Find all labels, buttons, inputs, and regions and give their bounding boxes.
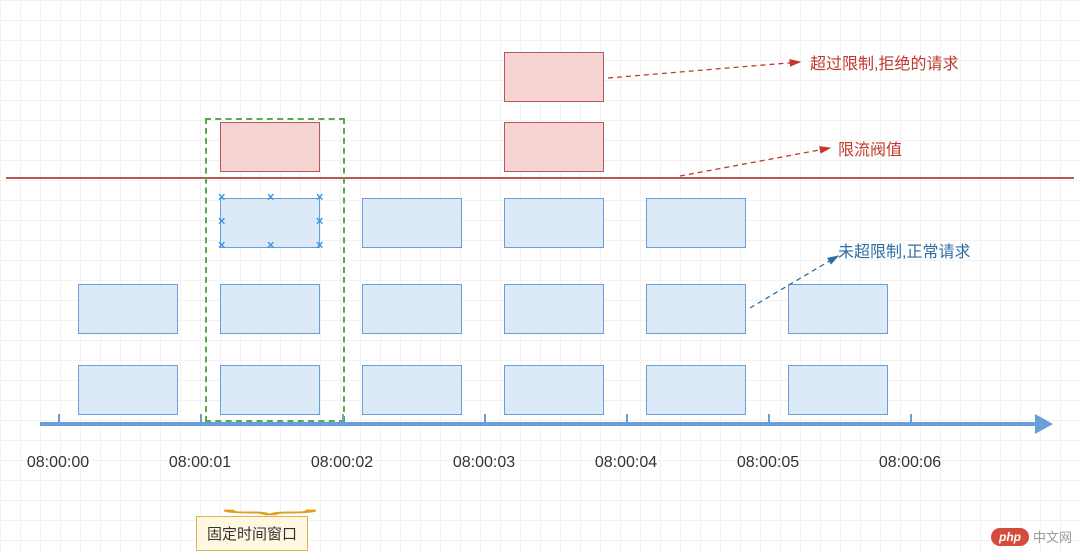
request-box-rejected [504, 52, 604, 102]
axis-tick [484, 414, 486, 426]
axis-tick [910, 414, 912, 426]
watermark: php 中文网 [991, 527, 1072, 546]
axis-label: 08:00:01 [169, 454, 231, 472]
axis-tick [626, 414, 628, 426]
axis-label: 08:00:05 [737, 454, 799, 472]
annotation-threshold: 限流阀值 [838, 136, 902, 160]
axis-label: 08:00:04 [595, 454, 657, 472]
request-box-normal [504, 198, 604, 248]
request-box-normal [78, 284, 178, 334]
request-box-normal [362, 365, 462, 415]
axis-tick [200, 414, 202, 426]
watermark-text: 中文网 [1033, 527, 1072, 546]
axis-label: 08:00:06 [879, 454, 941, 472]
axis-label: 08:00:03 [453, 454, 515, 472]
request-box-normal [78, 365, 178, 415]
request-box-normal [362, 284, 462, 334]
request-box-normal [646, 284, 746, 334]
fixed-window-label: 固定时间窗口 [196, 516, 308, 551]
watermark-badge: php [991, 528, 1029, 546]
request-box-normal [788, 365, 888, 415]
request-box-rejected [220, 122, 320, 172]
threshold-line [6, 177, 1074, 179]
axis-tick [342, 414, 344, 426]
request-box-normal-selected[interactable]: ✕ ✕ ✕ ✕ ✕ ✕ ✕ ✕ [220, 198, 320, 248]
axis-label: 08:00:00 [27, 454, 89, 472]
axis-tick [768, 414, 770, 426]
request-box-normal [220, 284, 320, 334]
axis-tick [58, 414, 60, 426]
annotation-rejected: 超过限制,拒绝的请求 [810, 50, 958, 74]
axis-label: 08:00:02 [311, 454, 373, 472]
request-box-normal [220, 365, 320, 415]
brace-icon: ⏟ [222, 487, 318, 514]
request-box-normal [504, 284, 604, 334]
annotation-normal: 未超限制,正常请求 [838, 238, 970, 262]
x-axis-arrow-icon [1035, 414, 1053, 434]
x-axis [40, 422, 1040, 426]
request-box-rejected [504, 122, 604, 172]
request-box-normal [362, 198, 462, 248]
request-box-normal [646, 365, 746, 415]
request-box-normal [504, 365, 604, 415]
request-box-normal [788, 284, 888, 334]
request-box-normal [646, 198, 746, 248]
